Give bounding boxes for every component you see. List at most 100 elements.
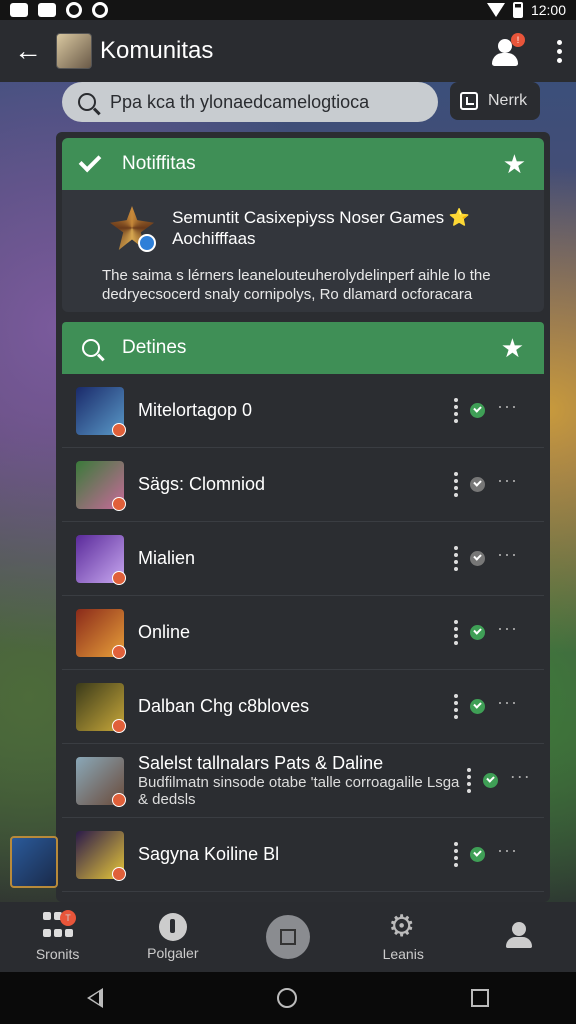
check-icon bbox=[78, 149, 102, 173]
item-menu-icon[interactable] bbox=[466, 768, 471, 793]
game-thumbnail bbox=[76, 386, 126, 437]
list-item[interactable]: Mialien ··· bbox=[62, 522, 544, 596]
details-header[interactable]: Detines ★ bbox=[62, 322, 544, 374]
item-menu-icon[interactable] bbox=[454, 694, 458, 719]
calendar-icon bbox=[460, 92, 478, 110]
rank-icon bbox=[112, 644, 126, 659]
item-menu-icon[interactable] bbox=[454, 842, 458, 867]
list-item-title: Salelst tallnalars Pats & Daline bbox=[138, 753, 384, 773]
nav-label: Polgaler bbox=[147, 945, 199, 961]
list-item[interactable]: Online ··· bbox=[62, 596, 544, 670]
notification-body: The saima s lérners leanelouteuherolydel… bbox=[102, 267, 491, 303]
person-icon-body bbox=[492, 53, 518, 66]
status-check-icon bbox=[470, 551, 485, 566]
list-item-title: Online bbox=[138, 622, 191, 642]
list-item[interactable]: Sägs: Clomniod ··· bbox=[62, 448, 544, 522]
gear-icon: ⚙ bbox=[388, 910, 416, 943]
nerk-label: Nerrk bbox=[488, 92, 528, 109]
status-check-icon bbox=[470, 625, 485, 640]
list-item[interactable]: Dalban Chg c8bloves ··· bbox=[62, 670, 544, 744]
game-thumbnail bbox=[76, 756, 126, 807]
sync-icon bbox=[66, 2, 82, 18]
nav-item-polgaler[interactable]: Polgaler bbox=[115, 902, 230, 972]
nerk-button[interactable]: Nerrk bbox=[450, 82, 540, 120]
list-item[interactable]: Sagyna Koiline Bl ··· bbox=[62, 818, 544, 892]
system-back-icon[interactable] bbox=[87, 988, 103, 1008]
more-dots-icon[interactable]: ··· bbox=[497, 396, 518, 417]
more-dots-icon[interactable]: ··· bbox=[497, 544, 518, 565]
page-title: Komunitas bbox=[100, 37, 214, 64]
nav-item-center[interactable] bbox=[230, 902, 345, 972]
item-menu-icon[interactable] bbox=[454, 546, 458, 571]
more-dots-icon[interactable]: ··· bbox=[497, 618, 518, 639]
notification-title: Semuntit Casixepiyss Noser Games ⭐ Aochi… bbox=[172, 208, 471, 248]
list-item-title: Sägs: Clomniod bbox=[138, 474, 266, 494]
notification-header: Notiffitas ★ bbox=[62, 138, 544, 190]
rank-icon bbox=[112, 422, 126, 437]
list-item-title: Mitelortagop 0 bbox=[138, 400, 253, 420]
nav-item-sronits[interactable]: T Sronits bbox=[0, 902, 115, 972]
list-item[interactable]: Salelst tallnalars Pats & Daline Budfilma… bbox=[62, 744, 544, 818]
item-menu-icon[interactable] bbox=[454, 620, 458, 645]
item-menu-icon[interactable] bbox=[454, 472, 458, 497]
list-item-text: Mialien bbox=[138, 548, 195, 569]
details-list: Mitelortagop 0 ··· Sägs: Clomniod ··· Mialie… bbox=[62, 374, 544, 892]
item-menu-icon[interactable] bbox=[454, 398, 458, 423]
bottom-navigation: T Sronits Polgaler ⚙ Leanis bbox=[0, 902, 576, 972]
add-person-icon bbox=[503, 920, 533, 950]
system-home-icon[interactable] bbox=[277, 988, 297, 1008]
search-bar[interactable] bbox=[62, 82, 438, 122]
list-item-title: Mialien bbox=[138, 548, 196, 568]
star-icon[interactable]: ★ bbox=[503, 149, 526, 180]
rank-icon bbox=[112, 866, 126, 881]
side-game-thumbnail[interactable] bbox=[10, 836, 58, 888]
list-item-subtitle: Budfilmatn sinsode otabe 'talle corroaga… bbox=[138, 774, 460, 808]
more-dots-icon[interactable]: ··· bbox=[497, 692, 518, 713]
more-dots-icon[interactable]: ··· bbox=[497, 840, 518, 861]
search-icon bbox=[82, 339, 100, 357]
list-item-title: Sagyna Koiline Bl bbox=[138, 844, 280, 864]
back-arrow-icon[interactable]: ← bbox=[14, 35, 42, 67]
app-notification-icon bbox=[38, 3, 56, 17]
game-thumbnail bbox=[76, 460, 126, 511]
verified-icon bbox=[138, 234, 157, 252]
notification-icon bbox=[10, 3, 28, 17]
status-check-icon bbox=[470, 847, 485, 862]
status-check-icon bbox=[482, 773, 498, 788]
notification-card[interactable]: Notiffitas ★ Semuntit Casixepiyss Noser … bbox=[62, 138, 544, 312]
list-item-text: Sägs: Clomniod bbox=[138, 474, 265, 495]
status-bar: 12:00 bbox=[0, 0, 576, 20]
status-check-icon bbox=[470, 699, 485, 714]
more-dots-icon[interactable]: ··· bbox=[510, 766, 531, 787]
search-input[interactable] bbox=[110, 91, 410, 113]
list-item[interactable]: Mitelortagop 0 ··· bbox=[62, 374, 544, 448]
clock: 12:00 bbox=[530, 2, 566, 18]
star-icon[interactable]: ★ bbox=[501, 333, 524, 364]
nav-item-leanis[interactable]: ⚙ Leanis bbox=[346, 902, 461, 972]
system-recents-icon[interactable] bbox=[471, 989, 489, 1007]
status-check-icon bbox=[470, 403, 485, 418]
details-header-label: Detines bbox=[122, 337, 187, 358]
nav-label: Sronits bbox=[35, 946, 80, 962]
more-dots-icon[interactable]: ··· bbox=[497, 470, 518, 491]
game-thumbnail bbox=[76, 608, 126, 659]
list-item-title: Dalban Chg c8bloves bbox=[138, 696, 310, 716]
profile-button[interactable]: ! bbox=[489, 33, 525, 67]
explore-icon bbox=[158, 913, 187, 941]
nav-badge: T bbox=[60, 910, 76, 926]
community-avatar[interactable] bbox=[56, 33, 92, 69]
game-thumbnail bbox=[76, 682, 126, 733]
search-icon bbox=[78, 93, 96, 111]
nav-label: Leanis bbox=[382, 946, 424, 962]
status-check-icon bbox=[470, 477, 485, 492]
game-thumbnail bbox=[76, 534, 126, 585]
system-navigation bbox=[0, 972, 576, 1024]
notification-badge: ! bbox=[511, 33, 525, 47]
notification-header-label: Notiffitas bbox=[122, 153, 196, 174]
wifi-icon bbox=[486, 3, 505, 17]
more-options-icon[interactable] bbox=[557, 39, 562, 63]
list-item-text: Dalban Chg c8bloves bbox=[138, 696, 309, 717]
achievement-badge-icon bbox=[104, 202, 158, 254]
nav-item-profile[interactable] bbox=[461, 902, 576, 972]
center-action-icon bbox=[266, 915, 310, 959]
